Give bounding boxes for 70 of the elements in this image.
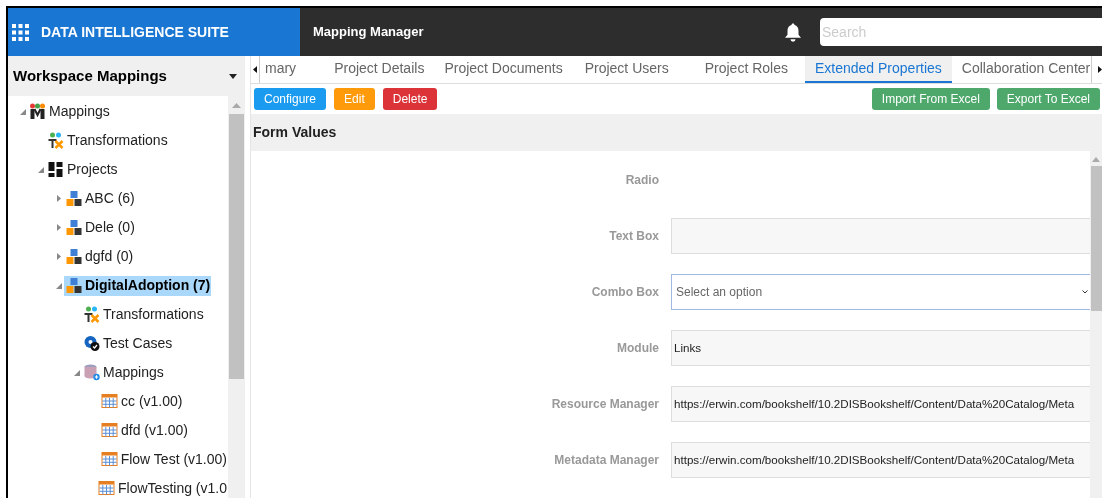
text-field[interactable] — [671, 218, 1090, 254]
tree-item[interactable]: Mappings — [28, 101, 111, 122]
tree-item[interactable]: ABC (6) — [64, 188, 136, 209]
gear-check-icon — [83, 335, 100, 352]
scroll-left-arrow-icon[interactable] — [253, 66, 257, 73]
tree-item[interactable]: Transformations — [46, 130, 169, 151]
table-grid-icon — [100, 451, 118, 468]
app-grid-icon[interactable] — [12, 23, 29, 41]
sidebar-title: Workspace Mappings — [13, 65, 167, 86]
stacked-blocks-icon — [65, 248, 82, 265]
multicolor-letter-icon — [29, 103, 46, 120]
form-scrollbar[interactable] — [1090, 151, 1102, 498]
field-label: Radio — [624, 172, 659, 189]
field-label: Combo Box — [590, 284, 659, 301]
table-grid-icon — [101, 393, 118, 410]
scrollbar-thumb[interactable] — [1090, 166, 1102, 311]
table-grid-icon — [101, 422, 118, 439]
expand-arrow-icon[interactable] — [56, 195, 61, 202]
form-title: Form Values — [253, 123, 337, 142]
tree-item[interactable]: Flow Test (v1.00) — [99, 449, 228, 470]
table-grid-icon — [98, 480, 116, 497]
transformation-icon — [47, 132, 64, 149]
expand-arrow-icon[interactable] — [56, 224, 61, 231]
tree-item[interactable]: Dele (0) — [64, 217, 136, 238]
tab[interactable]: Project Details — [324, 56, 435, 83]
tree-item[interactable]: DigitalAdoption (7) — [64, 275, 212, 296]
tab[interactable]: Project Documents — [434, 56, 573, 83]
tree-item[interactable]: Transformations — [82, 304, 205, 325]
collapse-arrow-icon[interactable] — [37, 166, 44, 173]
tab[interactable]: Project Roles — [703, 56, 789, 83]
stacked-blocks-icon — [65, 190, 82, 207]
tree-item[interactable]: dgfd (0) — [64, 246, 135, 267]
scroll-up-arrow-icon[interactable] — [1092, 157, 1100, 162]
dropdown-field[interactable]: Select an option — [671, 274, 1090, 310]
notification-bell-icon[interactable] — [784, 22, 802, 42]
dashboard-squares-icon — [47, 161, 64, 178]
field-label: Resource Manager — [550, 396, 659, 413]
expand-arrow-icon[interactable] — [56, 253, 61, 260]
field-label: Module — [616, 340, 659, 357]
tree-item[interactable]: dfd (v1.00) — [100, 420, 189, 441]
chevron-down-icon — [1082, 290, 1088, 294]
collapse-arrow-icon[interactable] — [55, 282, 62, 289]
text-field[interactable]: https://erwin.com/bookshelf/10.2DISBookshelf/Content/Data%20Catalog/Meta — [671, 386, 1090, 422]
app-title: DATA INTELLIGENCE SUITE — [41, 22, 229, 42]
text-field[interactable]: Links — [671, 330, 1090, 366]
scrollbar-thumb[interactable] — [229, 114, 244, 379]
field-label: Text Box — [608, 228, 659, 245]
field-label: Metadata Manager — [553, 452, 659, 469]
tree-scrollbar[interactable] — [228, 96, 245, 498]
collapse-arrow-icon[interactable] — [73, 369, 80, 376]
stacked-blocks-icon — [65, 219, 82, 236]
scroll-right-arrow-icon[interactable] — [1098, 66, 1102, 73]
tab[interactable]: Project Users — [572, 56, 704, 83]
action-button[interactable]: Delete — [382, 88, 438, 110]
collapse-arrow-icon[interactable] — [19, 108, 26, 115]
tree-item[interactable]: FlowTesting (v1.0 — [97, 478, 228, 498]
tab[interactable]: Collaboration Center — [951, 56, 1091, 83]
tab[interactable]: Extended Properties — [804, 56, 952, 83]
tree-item[interactable]: Projects — [46, 159, 119, 180]
database-plus-icon — [83, 364, 100, 381]
tree-item[interactable]: Test Cases — [82, 333, 174, 354]
tree-item[interactable]: Mappings — [82, 362, 165, 383]
stacked-blocks-icon — [65, 277, 82, 294]
scroll-up-arrow-icon[interactable] — [232, 103, 241, 108]
transformation-icon — [83, 306, 100, 323]
dropdown-caret-icon[interactable] — [229, 73, 237, 79]
tab[interactable]: mary — [260, 56, 325, 83]
tree-item[interactable]: cc (v1.00) — [100, 391, 184, 412]
text-field[interactable]: https://erwin.com/bookshelf/10.2DISBookshelf/Content/Data%20Catalog/Meta — [671, 442, 1090, 478]
module-title: Mapping Manager — [313, 23, 424, 42]
